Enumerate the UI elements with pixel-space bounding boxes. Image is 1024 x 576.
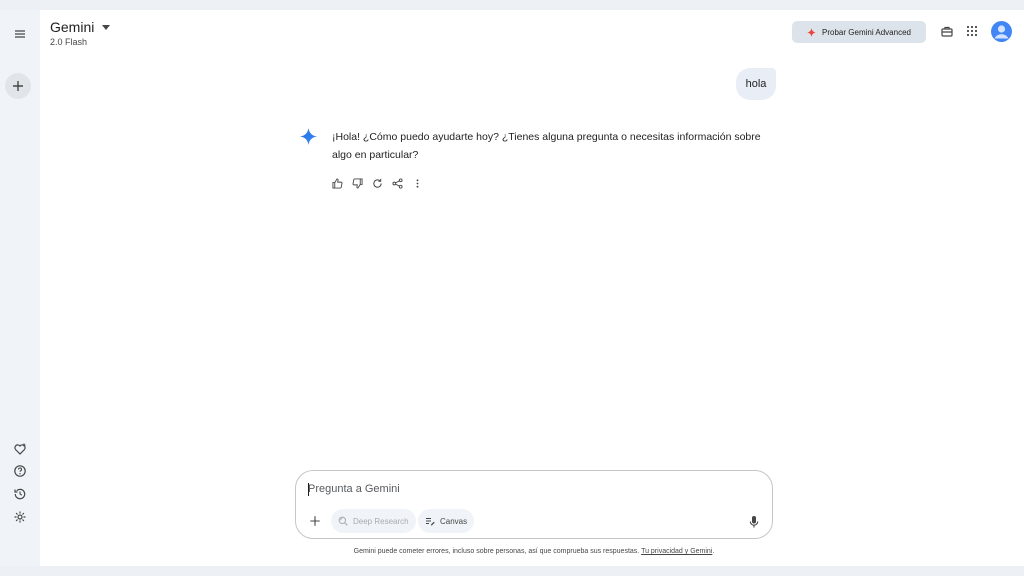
try-advanced-label: Probar Gemini Advanced xyxy=(822,27,911,37)
deep-research-icon xyxy=(338,516,348,526)
chevron-down-icon xyxy=(102,25,111,30)
briefcase-icon xyxy=(941,26,953,37)
plus-icon xyxy=(13,81,23,91)
more-vert-icon xyxy=(416,178,418,188)
disclaimer: Gemini puede cometer errores, incluso so… xyxy=(0,548,1024,555)
account-avatar[interactable] xyxy=(991,21,1012,42)
refresh-icon xyxy=(372,178,382,188)
deep-research-label: Deep Research xyxy=(353,516,409,526)
settings-button[interactable] xyxy=(7,504,33,530)
menu-button[interactable] xyxy=(7,21,33,47)
app-window: Gemini 2.0 Flash Probar Gemini Advanced … xyxy=(0,10,1024,566)
more-options-button[interactable] xyxy=(411,177,423,189)
user-message-text: hola xyxy=(745,78,767,90)
response-actions xyxy=(331,177,423,189)
thumbs-up-icon xyxy=(331,177,342,189)
spark-icon xyxy=(807,27,817,37)
gemini-spark-icon xyxy=(300,128,317,145)
user-icon xyxy=(991,21,1012,42)
prompt-input[interactable] xyxy=(308,480,708,498)
history-icon xyxy=(14,488,26,500)
thumbs-down-icon xyxy=(352,177,363,189)
apps-button[interactable] xyxy=(964,23,980,39)
user-message: hola xyxy=(736,68,776,100)
canvas-chip[interactable]: Canvas xyxy=(418,509,475,533)
privacy-link[interactable]: Tu privacidad y Gemini xyxy=(641,548,712,555)
deep-research-chip[interactable]: Deep Research xyxy=(331,509,416,533)
text-cursor xyxy=(308,483,309,496)
thumbs-up-button[interactable] xyxy=(331,177,343,189)
bot-response-text: ¡Hola! ¿Cómo puedo ayudarte hoy? ¿Tienes… xyxy=(332,131,761,161)
apps-grid-icon xyxy=(966,25,978,37)
canvas-icon xyxy=(426,518,435,526)
heart-icon xyxy=(14,443,26,455)
side-rail xyxy=(0,10,40,566)
menu-icon xyxy=(15,30,25,38)
disclaimer-text: Gemini puede cometer errores, incluso so… xyxy=(353,548,640,555)
model-switcher[interactable]: Gemini xyxy=(50,19,111,35)
share-icon xyxy=(391,177,403,189)
new-chat-button[interactable] xyxy=(5,73,31,99)
canvas-label: Canvas xyxy=(440,516,468,526)
disclaimer-period: . xyxy=(712,548,715,555)
share-button[interactable] xyxy=(391,177,403,189)
gear-icon xyxy=(14,511,26,523)
thumbs-down-button[interactable] xyxy=(351,177,363,189)
prompt-composer: Deep Research Canvas xyxy=(295,470,773,539)
help-icon xyxy=(14,465,26,477)
app-title: Gemini xyxy=(50,19,95,35)
upload-button[interactable] xyxy=(305,511,325,531)
try-advanced-button[interactable]: Probar Gemini Advanced xyxy=(792,21,926,43)
regenerate-button[interactable] xyxy=(371,177,383,189)
temporary-chat-button[interactable] xyxy=(939,23,955,39)
plus-icon xyxy=(310,516,320,526)
model-name: 2.0 Flash xyxy=(50,37,88,47)
mic-icon[interactable] xyxy=(748,515,760,529)
